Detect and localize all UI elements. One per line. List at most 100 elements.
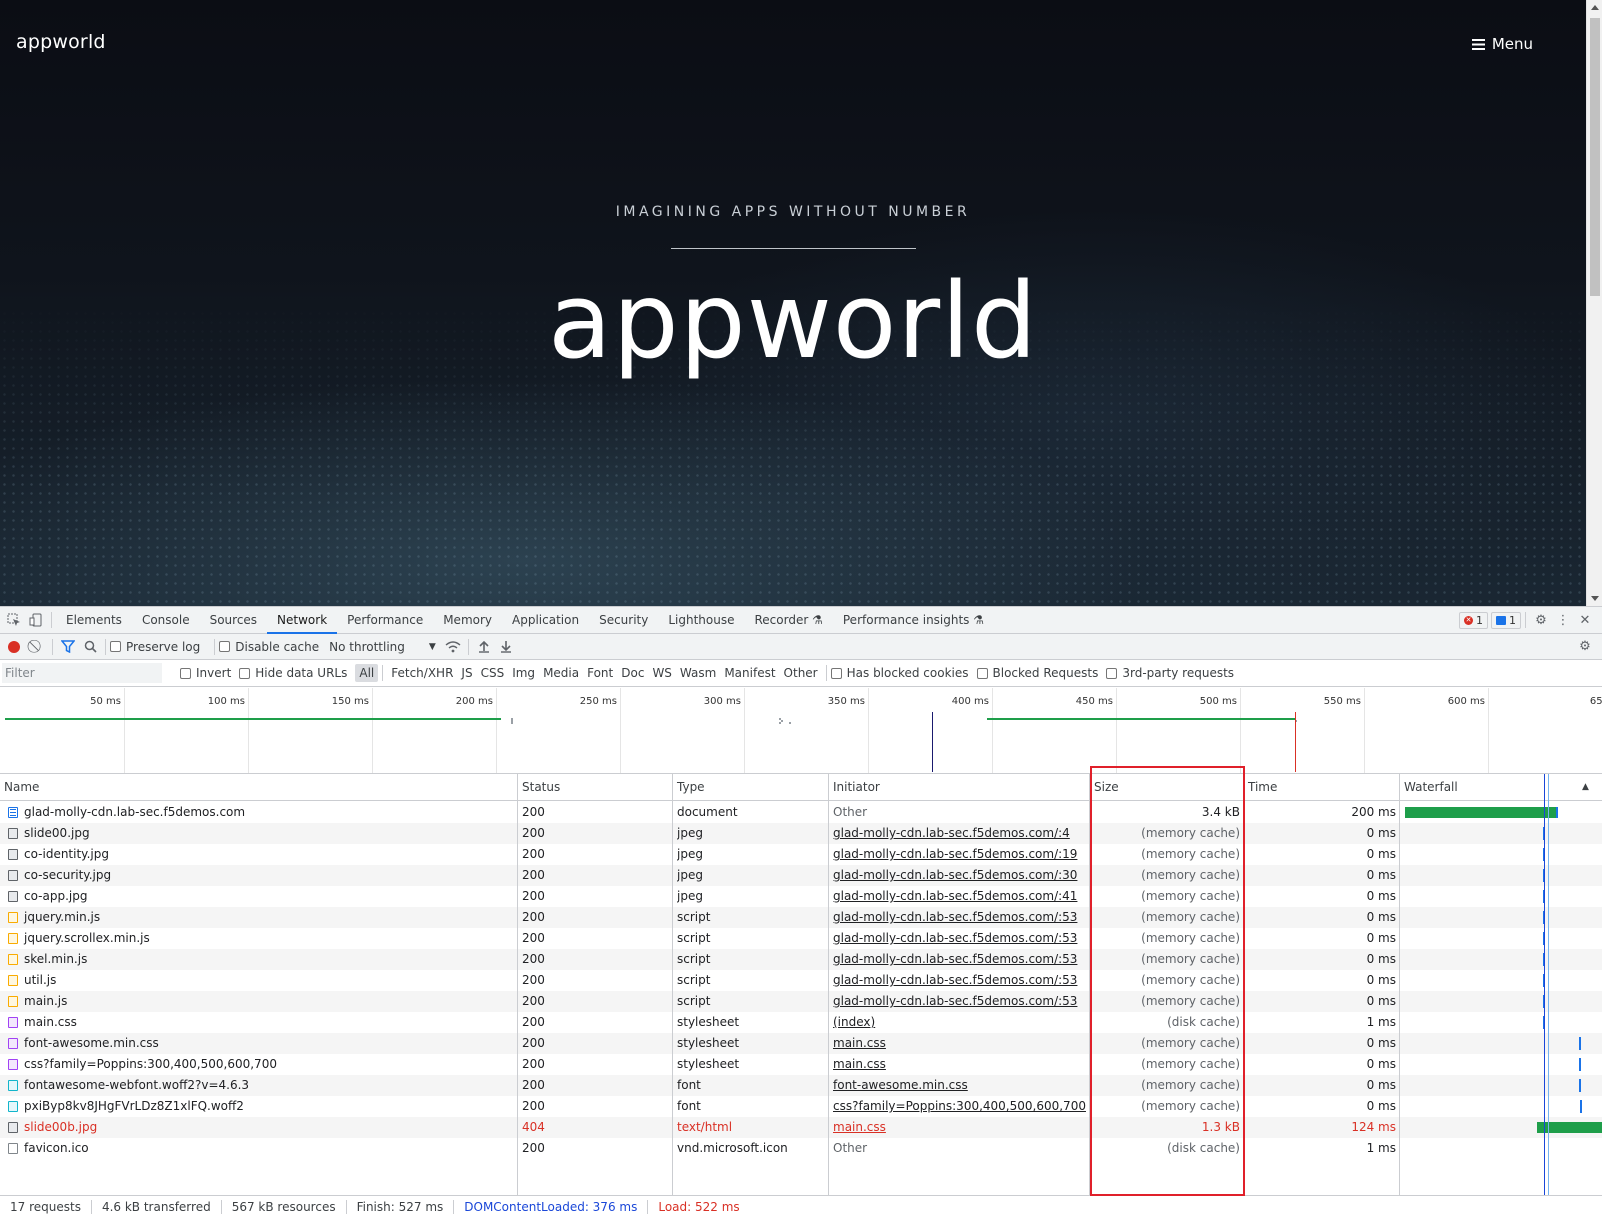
tab-performance-insights[interactable]: Performance insights ⚗ (833, 607, 994, 634)
column-header-waterfall[interactable]: Waterfall (1400, 774, 1458, 801)
network-overview-timeline[interactable]: 50 ms 100 ms 150 ms 200 ms 250 ms 300 ms 350 m… (0, 688, 1602, 774)
request-initiator[interactable]: glad-molly-cdn.lab-sec.f5demos.com/:53 (833, 991, 1088, 1012)
request-name-cell[interactable]: skel.min.js (4, 949, 514, 970)
table-row[interactable]: font-awesome.min.css 200 stylesheet main.cs… (0, 1033, 1602, 1054)
export-har-icon[interactable] (495, 637, 517, 657)
request-initiator[interactable]: glad-molly-cdn.lab-sec.f5demos.com/:41 (833, 886, 1088, 907)
filter-type-fetch-xhr[interactable]: Fetch/XHR (387, 664, 457, 682)
device-toolbar-icon[interactable] (25, 610, 47, 630)
filter-type-font[interactable]: Font (583, 664, 617, 682)
clear-icon[interactable]: ⃠ (26, 637, 48, 657)
waterfall-bar[interactable] (1579, 1079, 1581, 1092)
table-row[interactable]: fontawesome-webfont.woff2?v=4.6.3 200 font… (0, 1075, 1602, 1096)
table-row[interactable]: jquery.min.js 200 script glad-molly-cdn.lab… (0, 907, 1602, 928)
search-icon[interactable] (79, 637, 101, 657)
request-initiator[interactable]: main.css (833, 1117, 1088, 1138)
tab-security[interactable]: Security (589, 607, 658, 634)
request-initiator[interactable]: glad-molly-cdn.lab-sec.f5demos.com/:53 (833, 928, 1088, 949)
table-row[interactable]: css?family=Poppins:300,400,500,600,700 20… (0, 1054, 1602, 1075)
table-row[interactable]: slide00b.jpg 404 text/html main.css 1.3 kB 12… (0, 1117, 1602, 1138)
checkbox[interactable] (976, 667, 988, 679)
tab-performance[interactable]: Performance (337, 607, 433, 634)
scroll-up-icon[interactable] (1591, 5, 1599, 10)
request-name-cell[interactable]: pxiByp8kv8JHgFVrLDz8Z1xlFQ.woff2 (4, 1096, 514, 1117)
request-name-cell[interactable]: slide00b.jpg (4, 1117, 514, 1138)
waterfall-bar[interactable] (1536, 1122, 1602, 1133)
checkbox[interactable] (1106, 667, 1118, 679)
request-name-cell[interactable]: co-identity.jpg (4, 844, 514, 865)
column-header-status[interactable]: Status (518, 774, 560, 801)
table-row[interactable]: skel.min.js 200 script glad-molly-cdn.lab-s… (0, 949, 1602, 970)
table-row[interactable]: util.js 200 script glad-molly-cdn.lab-sec.f… (0, 970, 1602, 991)
tab-memory[interactable]: Memory (433, 607, 502, 634)
table-row[interactable]: co-identity.jpg 200 jpeg glad-molly-cdn.lab… (0, 844, 1602, 865)
checkbox[interactable] (239, 667, 251, 679)
sort-ascending-icon[interactable]: ▲ (1578, 774, 1589, 801)
request-name-cell[interactable]: glad-molly-cdn.lab-sec.f5demos.com (4, 802, 514, 823)
column-header-initiator[interactable]: Initiator (829, 774, 880, 801)
blocked-requests-checkbox[interactable]: Blocked Requests (976, 666, 1098, 680)
request-initiator[interactable]: glad-molly-cdn.lab-sec.f5demos.com/:53 (833, 907, 1088, 928)
column-header-time[interactable]: Time (1244, 774, 1277, 801)
message-count-badge[interactable]: 1 (1491, 611, 1521, 629)
request-name-cell[interactable]: co-app.jpg (4, 886, 514, 907)
table-row[interactable]: main.js 200 script glad-molly-cdn.lab-sec.f… (0, 991, 1602, 1012)
request-name-cell[interactable]: font-awesome.min.css (4, 1033, 514, 1054)
filter-type-img[interactable]: Img (508, 664, 539, 682)
request-initiator[interactable]: css?family=Poppins:300,400,500,600,700 (833, 1096, 1088, 1117)
filter-type-css[interactable]: CSS (477, 664, 509, 682)
site-logo[interactable]: appworld (16, 31, 106, 53)
request-name-cell[interactable]: favicon.ico (4, 1138, 514, 1159)
menu-button[interactable]: Menu (1471, 35, 1533, 53)
filter-type-other[interactable]: Other (780, 664, 822, 682)
hide-data-urls-checkbox[interactable]: Hide data URLs (239, 666, 347, 680)
filter-type-wasm[interactable]: Wasm (676, 664, 720, 682)
tab-console[interactable]: Console (132, 607, 200, 634)
preserve-log-checkbox[interactable]: Preserve log (110, 640, 200, 654)
request-name-cell[interactable]: fontawesome-webfont.woff2?v=4.6.3 (4, 1075, 514, 1096)
request-initiator[interactable]: (index) (833, 1012, 1088, 1033)
tab-lighthouse[interactable]: Lighthouse (658, 607, 744, 634)
filter-type-media[interactable]: Media (539, 664, 583, 682)
disable-cache-checkbox[interactable]: Disable cache (219, 640, 319, 654)
request-initiator[interactable]: main.css (833, 1033, 1088, 1054)
request-initiator[interactable]: glad-molly-cdn.lab-sec.f5demos.com/:53 (833, 949, 1088, 970)
request-name-cell[interactable]: co-security.jpg (4, 865, 514, 886)
invert-checkbox[interactable]: Invert (180, 666, 231, 680)
filter-type-doc[interactable]: Doc (617, 664, 648, 682)
request-name-cell[interactable]: jquery.min.js (4, 907, 514, 928)
request-name-cell[interactable]: css?family=Poppins:300,400,500,600,700 (4, 1054, 514, 1075)
waterfall-bar[interactable] (1578, 1058, 1581, 1071)
table-row[interactable]: favicon.ico 200 vnd.microsoft.icon Other (di… (0, 1138, 1602, 1159)
third-party-requests-checkbox[interactable]: 3rd-party requests (1106, 666, 1234, 680)
request-initiator[interactable]: main.css (833, 1054, 1088, 1075)
checkbox[interactable] (830, 667, 842, 679)
request-initiator[interactable]: glad-molly-cdn.lab-sec.f5demos.com/:19 (833, 844, 1088, 865)
has-blocked-cookies-checkbox[interactable]: Has blocked cookies (830, 666, 969, 680)
waterfall-bar[interactable] (1404, 807, 1558, 818)
filter-type-manifest[interactable]: Manifest (720, 664, 779, 682)
tab-elements[interactable]: Elements (56, 607, 132, 634)
request-name-cell[interactable]: slide00.jpg (4, 823, 514, 844)
settings-gear-icon[interactable]: ⚙ (1530, 610, 1552, 630)
table-row[interactable]: pxiByp8kv8JHgFVrLDz8Z1xlFQ.woff2 200 font c… (0, 1096, 1602, 1117)
table-row[interactable]: main.css 200 stylesheet (index) (disk cache)… (0, 1012, 1602, 1033)
waterfall-bar[interactable] (1578, 1037, 1581, 1050)
tab-network[interactable]: Network (267, 607, 338, 634)
checkbox[interactable] (110, 641, 121, 652)
column-header-type[interactable]: Type (673, 774, 705, 801)
filter-type-ws[interactable]: WS (648, 664, 675, 682)
request-name-cell[interactable]: main.js (4, 991, 514, 1012)
waterfall-bar[interactable] (1580, 1100, 1582, 1113)
request-name-cell[interactable]: util.js (4, 970, 514, 991)
error-count-badge[interactable]: ✕ 1 (1459, 611, 1488, 629)
throttling-select[interactable]: No throttling ▼ (329, 640, 436, 654)
close-icon[interactable]: ✕ (1574, 610, 1596, 630)
table-row[interactable]: co-security.jpg 200 jpeg glad-molly-cdn.lab… (0, 865, 1602, 886)
tab-recorder[interactable]: Recorder ⚗ (745, 607, 833, 634)
network-settings-gear-icon[interactable]: ⚙ (1574, 637, 1596, 657)
filter-icon[interactable] (57, 637, 79, 657)
network-conditions-icon[interactable] (442, 637, 464, 657)
more-options-icon[interactable]: ⋮ (1552, 610, 1574, 630)
scrollbar-thumb[interactable] (1590, 18, 1600, 296)
